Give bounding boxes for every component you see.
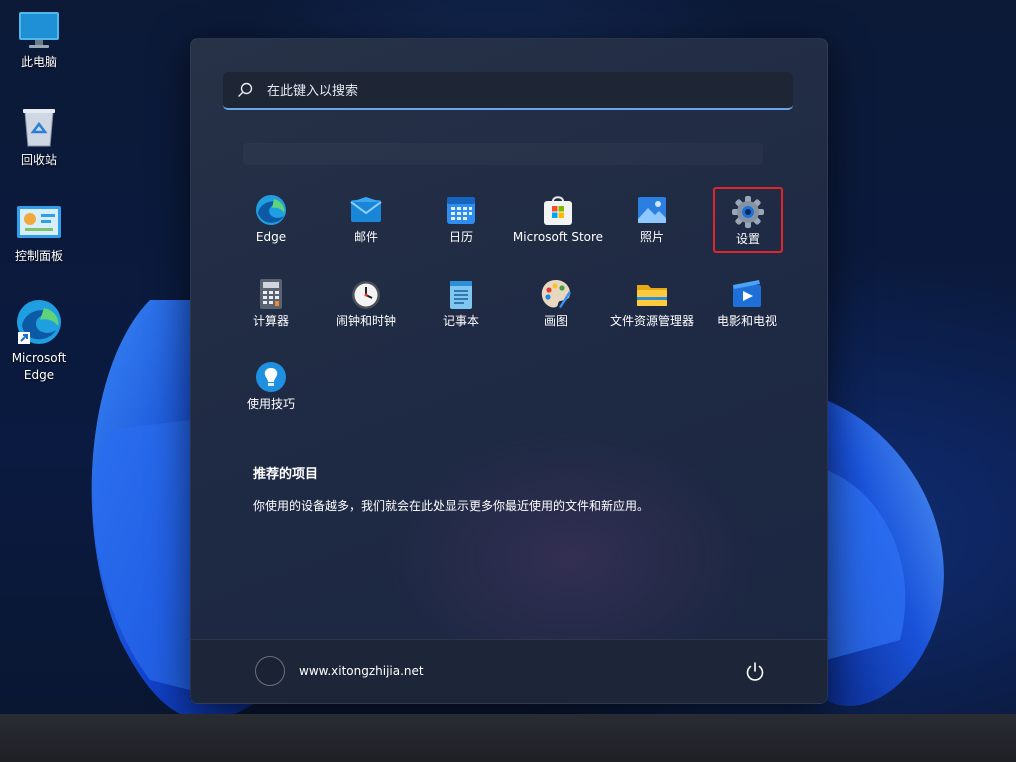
mail-icon [350, 197, 382, 222]
app-label: 记事本 [442, 314, 479, 328]
paint-palette-icon [541, 280, 571, 308]
calendar-icon [447, 197, 475, 224]
pinned-header-bar [243, 143, 763, 165]
desktop-icon-label: 回收站 [20, 153, 57, 167]
pinned-app-edge[interactable]: Edge [223, 187, 319, 253]
app-label: 电影和电视 [716, 314, 777, 328]
pinned-app-calendar[interactable]: 日历 [413, 187, 509, 253]
pinned-app-photos[interactable]: 照片 [604, 187, 700, 253]
store-icon [544, 196, 572, 225]
app-label: 计算器 [252, 314, 289, 328]
gear-icon [732, 196, 764, 228]
pinned-app-calculator[interactable]: 计算器 [223, 271, 319, 337]
clock-icon [352, 281, 380, 309]
pinned-app-tips[interactable]: 使用技巧 [223, 354, 319, 420]
pinned-app-paint[interactable]: 画图 [508, 271, 604, 337]
user-avatar[interactable] [255, 656, 285, 686]
pinned-app-microsoft-store[interactable]: Microsoft Store [508, 187, 608, 253]
pinned-app-notepad[interactable]: 记事本 [413, 271, 509, 337]
notepad-icon [450, 281, 472, 309]
app-label: 照片 [639, 230, 664, 244]
monitor-icon [19, 12, 59, 48]
pinned-app-mail[interactable]: 邮件 [318, 187, 414, 253]
control-panel-icon [17, 206, 61, 238]
edge-shortcut-icon [17, 300, 61, 344]
edge-icon [256, 195, 286, 225]
desktop-icon-label: 此电脑 [20, 55, 57, 69]
desktop-icon-label: 控制面板 [14, 249, 63, 263]
start-menu-footer: www.xitongzhijia.net [191, 639, 827, 703]
pinned-app-alarms-clock[interactable]: 闹钟和时钟 [318, 271, 414, 337]
desktop-icon-recycle-bin[interactable]: 回收站 [4, 106, 74, 169]
app-label: 邮件 [353, 230, 378, 244]
movies-tv-icon [733, 280, 761, 307]
lightbulb-icon [256, 362, 286, 392]
app-label: 画图 [543, 314, 568, 328]
recycle-bin-icon [23, 109, 55, 147]
app-label: 文件资源管理器 [609, 314, 694, 328]
app-label: 闹钟和时钟 [335, 314, 396, 328]
search-box[interactable] [223, 72, 793, 110]
search-input[interactable] [265, 72, 779, 110]
desktop-icon-label: Microsoft Edge [11, 351, 67, 382]
start-menu: Edge 邮件 日历 [190, 38, 828, 704]
app-label: Edge [255, 230, 287, 244]
pinned-app-settings[interactable]: 设置 [713, 187, 783, 253]
taskbar [0, 714, 1016, 762]
app-label: Microsoft Store [512, 230, 604, 244]
search-icon [238, 82, 253, 97]
desktop: 此电脑 回收站 控制面板 Microsoft Edge 在此键入以搜索 Edge… [0, 0, 1016, 762]
photos-icon [638, 197, 666, 223]
pinned-app-movies-tv[interactable]: 电影和电视 [699, 271, 795, 337]
desktop-icon-edge[interactable]: Microsoft Edge [4, 298, 74, 384]
power-icon[interactable] [743, 660, 767, 684]
desktop-icon-control-panel[interactable]: 控制面板 [4, 204, 74, 265]
folder-icon [637, 285, 667, 306]
recommended-description: 你使用的设备越多，我们就会在此处显示更多你最近使用的文件和新应用。 [253, 499, 650, 513]
user-name[interactable]: www.xitongzhijia.net [299, 664, 424, 678]
recommended-title: 推荐的项目 [253, 467, 319, 482]
app-label: 设置 [735, 232, 760, 246]
calculator-icon [260, 279, 282, 309]
desktop-icon-this-pc[interactable]: 此电脑 [4, 10, 74, 71]
app-label: 使用技巧 [246, 397, 295, 411]
app-label: 日历 [448, 230, 473, 244]
pinned-app-file-explorer[interactable]: 文件资源管理器 [598, 271, 706, 337]
